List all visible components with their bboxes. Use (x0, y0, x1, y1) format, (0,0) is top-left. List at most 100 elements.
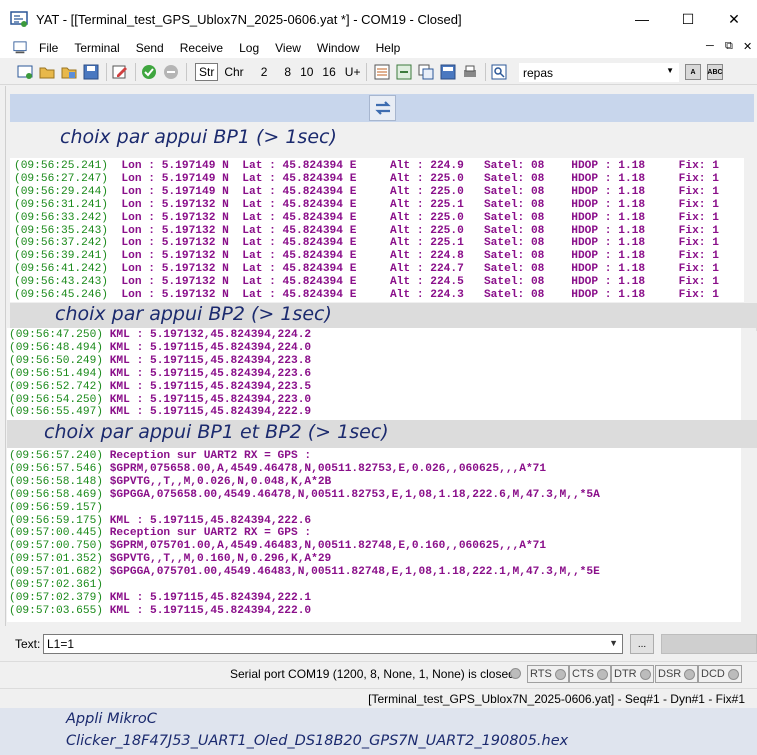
log-line: (09:56:27.247) Lon : 5.197149 N Lat : 45… (14, 173, 744, 186)
copy-icon[interactable] (417, 63, 435, 81)
log-message: $GPGGA,075701.00,4549.46483,N,00511.8274… (103, 566, 600, 579)
menu-receive[interactable]: Receive (172, 41, 231, 55)
close-button[interactable]: ✕ (711, 0, 757, 38)
format-settings-icon[interactable] (373, 63, 391, 81)
log-line: (09:57:03.655) KML : 5.197115,45.824394,… (9, 605, 741, 618)
log-line: (09:56:58.148) $GPVTG,,T,,M,0.026,N,0.04… (9, 476, 741, 489)
log-timestamp: (09:56:57.240) (9, 450, 103, 462)
log-line: (09:56:29.244) Lon : 5.197149 N Lat : 45… (14, 186, 744, 199)
case-sensitive-button[interactable]: A (685, 64, 701, 80)
send-file-browse-button[interactable]: ... (630, 634, 654, 654)
menu-file[interactable]: File (31, 41, 66, 55)
monitor-pane-1[interactable]: (09:56:25.241) Lon : 5.197149 N Lat : 45… (10, 158, 744, 302)
open-port-icon[interactable] (140, 63, 158, 81)
log-message: Reception sur UART2 RX = GPS : (103, 450, 312, 462)
annotation-bp2: choix par appui BP2 (> 1sec) (55, 303, 332, 325)
log-message: Lon : 5.197149 N Lat : 45.824394 E Alt :… (108, 160, 719, 172)
menu-send[interactable]: Send (128, 41, 172, 55)
log-message: Lon : 5.197132 N Lat : 45.824394 E Alt :… (108, 289, 719, 302)
menu-window[interactable]: Window (309, 41, 368, 55)
log-timestamp: (09:56:51.494) (9, 367, 103, 380)
maximize-button[interactable]: ☐ (665, 0, 711, 38)
menu-terminal[interactable]: Terminal (66, 41, 127, 55)
find-icon[interactable] (490, 63, 508, 81)
close-port-icon[interactable] (162, 63, 180, 81)
save-icon[interactable] (82, 63, 100, 81)
log-line: (09:57:01.352) $GPVTG,,T,,M,0.160,N,0.29… (9, 553, 741, 566)
log-timestamp: (09:56:29.244) (14, 185, 108, 198)
pane-3-scrollbar[interactable] (741, 448, 756, 622)
toolbar-separator (186, 62, 187, 81)
oct-radix-button[interactable]: 8 (284, 65, 291, 79)
log-message: Lon : 5.197149 N Lat : 45.824394 E Alt :… (108, 172, 719, 185)
hex-radix-button[interactable]: 16 (322, 65, 335, 79)
open-folder-icon[interactable] (38, 63, 56, 81)
log-line: (09:56:59.157) (9, 502, 741, 515)
minimize-button[interactable]: — (619, 0, 665, 38)
menu-help[interactable]: Help (368, 41, 409, 55)
toolbar-separator (106, 62, 107, 81)
document-icon[interactable] (13, 40, 29, 56)
log-timestamp: (09:56:58.148) (9, 475, 103, 488)
rts-indicator[interactable]: RTS (527, 665, 569, 683)
log-message: Lon : 5.197132 N Lat : 45.824394 E Alt :… (108, 276, 719, 289)
annotation-app-name: Appli MikroC (66, 711, 157, 727)
unicode-radix-button[interactable]: U+ (345, 65, 361, 79)
annotation-bp1-bp2: choix par appui BP1 et BP2 (> 1sec) (44, 421, 389, 443)
log-timestamp: (09:56:25.241) (14, 160, 108, 172)
chr-radix-button[interactable]: Chr (224, 65, 243, 79)
monitor-pane-3[interactable]: (09:56:57.240) Reception sur UART2 RX = … (7, 448, 741, 622)
find-pattern-combo[interactable]: repas ▼ (519, 63, 679, 82)
port-led-icon (510, 668, 521, 679)
log-message: KML : 5.197115,45.824394,223.5 (103, 380, 312, 393)
print-icon[interactable] (461, 63, 479, 81)
open-file-icon[interactable] (60, 63, 78, 81)
dsr-label: DSR (658, 668, 682, 680)
find-pattern-value: repas (523, 65, 554, 80)
log-timestamp: (09:56:57.546) (9, 462, 103, 475)
toolbar-separator (485, 62, 487, 81)
dtr-indicator[interactable]: DTR (611, 665, 654, 683)
pane-1-scrollbar[interactable] (744, 158, 756, 302)
str-radix-button[interactable]: Str (195, 62, 219, 81)
log-message: KML : 5.197115,45.824394,222.1 (103, 591, 312, 604)
log-timestamp: (09:56:37.242) (14, 237, 108, 250)
log-line: (09:56:35.243) Lon : 5.197132 N Lat : 45… (14, 225, 744, 238)
dcd-label: DCD (701, 668, 725, 680)
log-message: Lon : 5.197132 N Lat : 45.824394 E Alt :… (108, 224, 719, 237)
chevron-down-icon[interactable]: ▼ (609, 638, 618, 648)
mdi-close-icon[interactable]: ✕ (743, 40, 752, 53)
app-icon[interactable] (10, 10, 28, 28)
log-line: (09:56:54.250) KML : 5.197115,45.824394,… (9, 394, 741, 407)
menu-log[interactable]: Log (231, 41, 267, 55)
mdi-restore-icon[interactable]: ⧉ (725, 40, 733, 53)
monitor-pane-2[interactable]: (09:56:47.250) KML : 5.197132,45.824394,… (7, 328, 741, 420)
bin-radix-button[interactable]: 2 (261, 65, 268, 79)
send-text-input[interactable]: L1=1 ▼ (43, 634, 623, 654)
log-message: KML : 5.197132,45.824394,224.2 (103, 329, 312, 341)
swap-panes-button[interactable] (369, 95, 396, 121)
send-text-value: L1=1 (47, 637, 75, 651)
send-text-button[interactable] (661, 634, 757, 654)
menu-view[interactable]: View (267, 41, 309, 55)
log-timestamp: (09:56:35.243) (14, 224, 108, 237)
swap-arrows-icon (374, 101, 391, 115)
log-message: Lon : 5.197149 N Lat : 45.824394 E Alt :… (108, 185, 719, 198)
log-line: (09:56:45.246) Lon : 5.197132 N Lat : 45… (14, 289, 744, 302)
chevron-down-icon[interactable]: ▼ (666, 66, 674, 75)
pane-1-lines: (09:56:25.241) Lon : 5.197149 N Lat : 45… (10, 158, 744, 302)
dtr-label: DTR (614, 668, 637, 680)
predefined-commands-icon[interactable] (395, 63, 413, 81)
dec-radix-button[interactable]: 10 (300, 65, 313, 79)
title-bar: YAT - [[Terminal_test_GPS_Ublox7N_2025-0… (0, 0, 757, 38)
log-line: (09:56:39.241) Lon : 5.197132 N Lat : 45… (14, 250, 744, 263)
rts-label: RTS (530, 668, 552, 680)
new-terminal-icon[interactable] (16, 63, 34, 81)
save-log-icon[interactable] (439, 63, 457, 81)
log-message: Lon : 5.197132 N Lat : 45.824394 E Alt :… (108, 237, 719, 250)
edit-settings-icon[interactable] (111, 63, 129, 81)
whole-word-button[interactable]: ABC (707, 64, 723, 80)
pane-2-scrollbar[interactable] (741, 328, 756, 420)
mdi-minimize-icon[interactable]: ─ (706, 40, 714, 52)
log-timestamp: (09:56:50.249) (9, 354, 103, 367)
